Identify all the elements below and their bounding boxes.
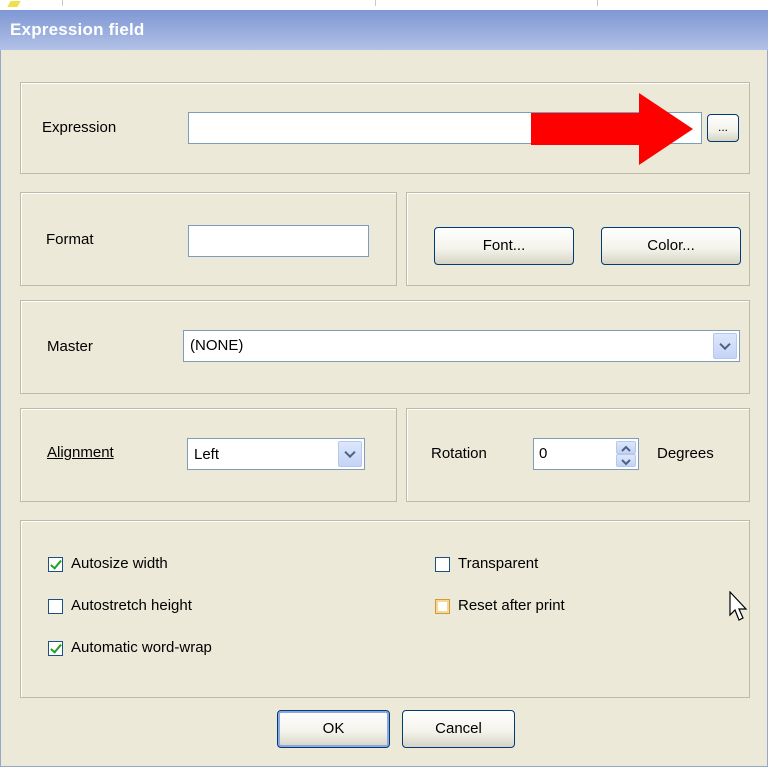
background-tick (597, 0, 598, 6)
alignment-group: Alignment Left (20, 408, 397, 502)
background-tick (375, 0, 376, 6)
alignment-label: Alignment (47, 444, 114, 461)
format-input[interactable] (188, 225, 369, 257)
rotation-unit-label: Degrees (657, 445, 714, 462)
rotation-input[interactable]: 0 (533, 438, 639, 470)
background-fragment (7, 1, 21, 7)
master-select[interactable]: (NONE) (183, 330, 740, 362)
font-color-group: Font... Color... (406, 192, 750, 286)
expression-group: Expression ... (20, 82, 750, 174)
automatic-word-wrap-checkbox[interactable] (48, 641, 63, 656)
transparent-checkbox[interactable] (435, 557, 450, 572)
rotation-spin-down-button[interactable] (616, 454, 636, 467)
title-bar[interactable]: Expression field (0, 10, 768, 50)
cancel-button-label: Cancel (435, 720, 482, 737)
font-button-label: Font... (482, 237, 526, 254)
autosize-width-checkbox[interactable] (48, 557, 63, 572)
alignment-select[interactable]: Left (187, 438, 365, 470)
alignment-selected-value: Left (194, 446, 220, 463)
chevron-down-icon (621, 459, 631, 466)
format-label: Format (46, 231, 94, 248)
options-group: Autosize width Autostretch height Automa… (20, 520, 750, 698)
transparent-label[interactable]: Transparent (458, 555, 538, 572)
reset-after-print-checkbox[interactable] (435, 599, 450, 614)
rotation-group: Rotation 0 Degrees (406, 408, 750, 502)
chevron-down-icon (719, 338, 731, 351)
ok-button-label: OK (322, 720, 345, 737)
autostretch-height-checkbox[interactable] (48, 599, 63, 614)
cancel-button[interactable]: Cancel (402, 710, 515, 748)
mouse-cursor-icon (729, 591, 748, 621)
automatic-word-wrap-label[interactable]: Automatic word-wrap (71, 639, 212, 656)
master-group: Master (NONE) (20, 300, 750, 394)
master-label: Master (47, 338, 93, 355)
color-button[interactable]: Color... (601, 227, 741, 265)
browse-button-label: ... (717, 120, 728, 134)
autosize-width-label[interactable]: Autosize width (71, 555, 168, 572)
master-dropdown-button[interactable] (713, 333, 737, 359)
expression-label: Expression (42, 119, 117, 136)
background-tick (62, 0, 63, 6)
rotation-spin-up-button[interactable] (616, 441, 636, 454)
format-group: Format (20, 192, 397, 286)
chevron-down-icon (344, 446, 356, 459)
autostretch-height-label[interactable]: Autostretch height (71, 597, 192, 614)
font-button[interactable]: Font... (434, 227, 574, 265)
master-selected-value: (NONE) (190, 337, 244, 354)
color-button-label: Color... (647, 237, 695, 254)
expression-browse-button[interactable]: ... (707, 114, 739, 142)
expression-field-dialog: Expression field Expression ... Format F… (0, 10, 768, 767)
reset-after-print-label[interactable]: Reset after print (458, 597, 565, 614)
rotation-label: Rotation (431, 445, 487, 462)
dialog-title: Expression field (10, 20, 145, 39)
ok-button[interactable]: OK (277, 710, 390, 748)
red-arrow-annotation-icon (531, 93, 693, 165)
rotation-value: 0 (539, 445, 548, 462)
alignment-dropdown-button[interactable] (338, 441, 362, 467)
